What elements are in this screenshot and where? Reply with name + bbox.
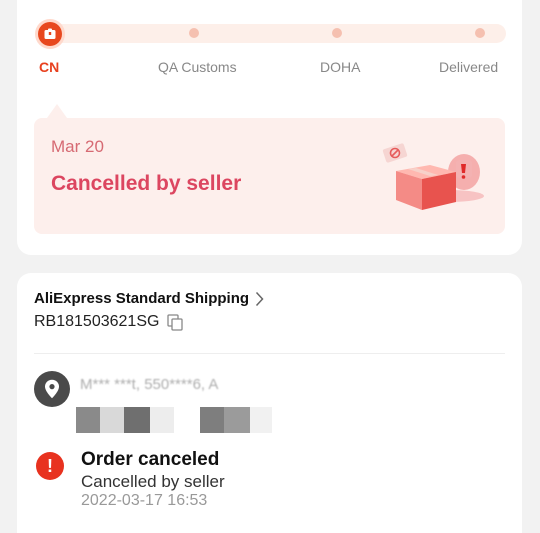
tracking-number-row: RB181503621SG (34, 313, 184, 331)
step-label-doha: DOHA (320, 59, 361, 75)
tracking-number: RB181503621SG (34, 313, 160, 330)
progress-track (36, 24, 506, 43)
order-status-subtitle: Cancelled by seller (81, 472, 225, 491)
order-status-title: Order canceled (81, 449, 220, 470)
redacted-block (200, 407, 224, 433)
redacted-block (100, 407, 124, 433)
step-label-cn: CN (39, 59, 60, 75)
shipping-method-label: AliExpress Standard Shipping (34, 290, 250, 307)
order-status-timestamp: 2022-03-17 16:53 (81, 492, 208, 509)
status-title: Cancelled by seller (51, 172, 242, 195)
shipping-method-link[interactable]: AliExpress Standard Shipping (34, 290, 264, 307)
redacted-block (150, 407, 174, 433)
cancelled-package-illustration-icon (382, 143, 484, 210)
step-label-delivered: Delivered (439, 59, 499, 75)
redacted-block (124, 407, 150, 433)
chevron-right-icon (255, 291, 264, 307)
progress-dot-doha (332, 28, 342, 38)
redacted-block (224, 407, 250, 433)
package-icon (38, 22, 62, 46)
status-box-pointer (47, 104, 67, 118)
redacted-block (76, 407, 100, 433)
copy-icon[interactable] (167, 313, 184, 331)
location-pin-icon (34, 371, 70, 407)
progress-dot-delivered (475, 28, 485, 38)
status-date: Mar 20 (51, 137, 104, 156)
current-step-marker (35, 19, 65, 49)
redacted-block (250, 407, 272, 433)
delivery-address: M*** ***t, 550****6, A (80, 376, 219, 393)
progress-dot-qa-customs (189, 28, 199, 38)
alert-icon: ! (36, 452, 64, 480)
step-label-qa-customs: QA Customs (158, 59, 237, 75)
divider (34, 353, 505, 354)
